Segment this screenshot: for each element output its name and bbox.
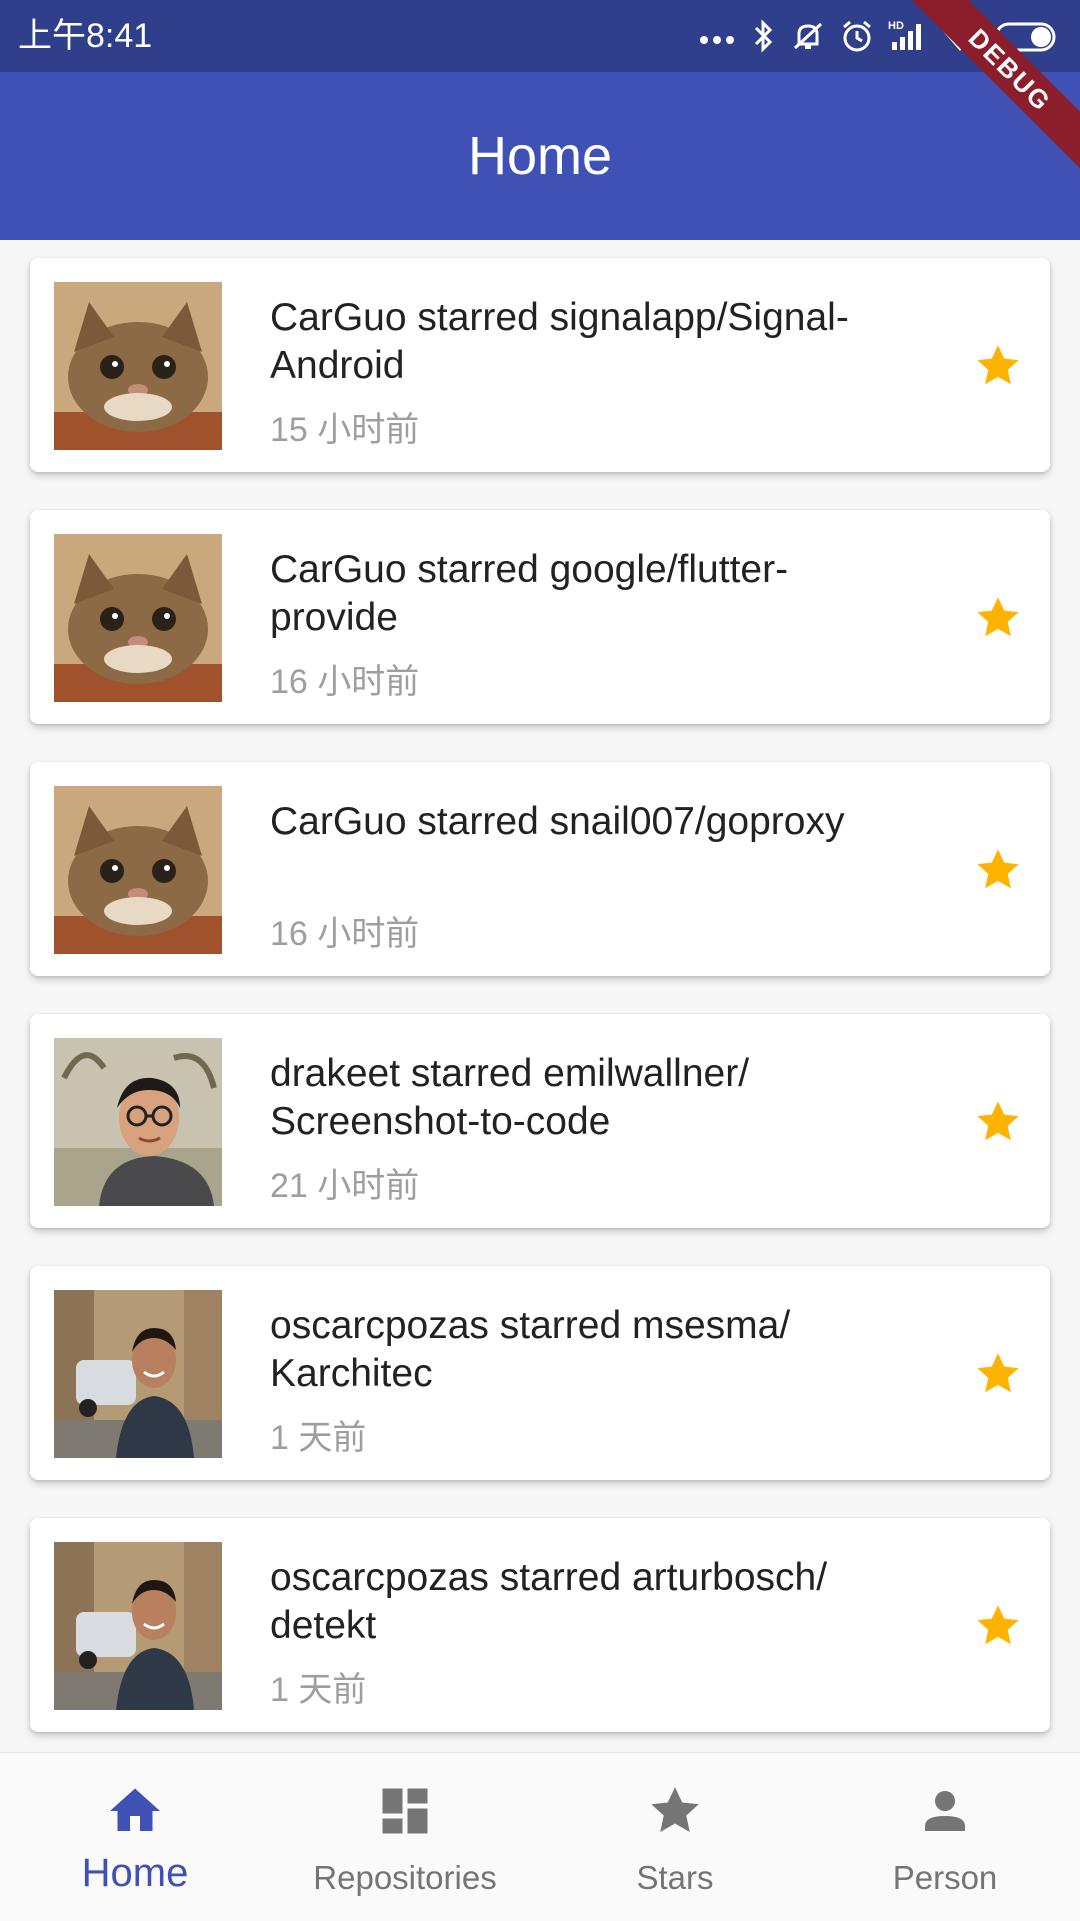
app-bar: Home — [0, 72, 1080, 240]
event-time: 15 小时前 — [270, 411, 420, 449]
nav-tab-person[interactable]: Person — [810, 1753, 1080, 1921]
nav-label-stars: Stars — [636, 1859, 714, 1896]
status-bar: 上午8:41 HD DEBUG — [0, 0, 1080, 184]
nav-tab-stars[interactable]: Stars — [540, 1753, 810, 1921]
nav-tab-home[interactable]: Home — [0, 1753, 270, 1921]
event-title-line: CarGuo starred google/flutter- — [270, 548, 789, 591]
more-dots-icon — [700, 36, 734, 44]
event-title: oscarcpozas starred msesma/ Karchitec — [270, 1302, 960, 1398]
cat-avatar-image — [54, 534, 222, 702]
avatar[interactable] — [54, 1542, 222, 1710]
event-feed[interactable]: CarGuo starred signalapp/Signal- Android… — [0, 240, 1080, 1752]
bluetooth-icon — [754, 19, 773, 53]
avatar[interactable] — [54, 786, 222, 954]
feed-card[interactable]: CarGuo starred signalapp/Signal- Android… — [30, 258, 1050, 472]
event-time: 16 小时前 — [270, 915, 420, 953]
feed-card[interactable]: oscarcpozas starred arturbosch/ detekt 1… — [30, 1518, 1050, 1732]
alarm-icon — [843, 20, 871, 52]
event-time: 1 天前 — [270, 1671, 367, 1709]
event-title-line: detekt — [270, 1604, 377, 1647]
avatar[interactable] — [54, 1038, 222, 1206]
event-title-line: oscarcpozas starred msesma/ — [270, 1304, 791, 1347]
bottom-navigation: Home Repositories Stars Person — [0, 1752, 1080, 1921]
person-icon — [925, 1791, 965, 1831]
event-title-line: drakeet starred emilwallner/ — [270, 1052, 750, 1095]
feed-card[interactable]: drakeet starred emilwallner/ Screenshot-… — [30, 1014, 1050, 1228]
star-icon — [651, 1787, 699, 1832]
avatar[interactable] — [54, 534, 222, 702]
feed-card[interactable]: CarGuo starred google/flutter- provide 1… — [30, 510, 1050, 724]
home-icon — [110, 1788, 160, 1831]
cat-avatar-image — [54, 786, 222, 954]
nav-label-person: Person — [892, 1859, 998, 1896]
nav-tab-repositories[interactable]: Repositories — [270, 1753, 540, 1921]
nav-label-home: Home — [81, 1851, 189, 1895]
person-glasses-avatar-image — [54, 1038, 222, 1206]
dashboard-icon — [382, 1788, 428, 1834]
event-time: 21 小时前 — [270, 1167, 420, 1205]
event-title-line: Android — [270, 344, 405, 387]
feed-card[interactable]: oscarcpozas starred msesma/ Karchitec 1 … — [30, 1266, 1050, 1480]
event-title-line: Screenshot-to-code — [270, 1100, 611, 1143]
avatar[interactable] — [54, 282, 222, 450]
event-title-line: provide — [270, 596, 398, 639]
mute-icon — [793, 22, 823, 50]
star-icon — [977, 1605, 1019, 1645]
event-title: oscarcpozas starred arturbosch/ detekt — [270, 1554, 960, 1650]
event-title: CarGuo starred google/flutter- provide — [270, 546, 960, 642]
event-title-line: CarGuo starred signalapp/Signal- — [270, 296, 849, 339]
event-title: CarGuo starred snail007/goproxy — [270, 798, 960, 846]
event-title-line: oscarcpozas starred arturbosch/ — [270, 1556, 828, 1599]
signal-hd-icon: HD — [888, 20, 921, 50]
event-time: 16 小时前 — [270, 663, 420, 701]
feed-card[interactable]: CarGuo starred snail007/goproxy 16 小时前 — [30, 762, 1050, 976]
avatar[interactable] — [54, 1290, 222, 1458]
svg-text:HD: HD — [888, 20, 904, 32]
cat-avatar-image — [54, 282, 222, 450]
event-title: drakeet starred emilwallner/ Screenshot-… — [270, 1050, 960, 1146]
nav-label-repositories: Repositories — [313, 1859, 497, 1896]
event-title-line: CarGuo starred snail007/goproxy — [270, 800, 845, 843]
event-title: CarGuo starred signalapp/Signal- Android — [270, 294, 960, 390]
star-icon — [977, 1353, 1019, 1393]
person-street-avatar-image — [54, 1290, 222, 1458]
event-time: 1 天前 — [270, 1419, 367, 1457]
event-title-line: Karchitec — [270, 1352, 433, 1395]
star-icon — [977, 1101, 1019, 1141]
status-time: 上午8:41 — [18, 17, 153, 55]
star-icon — [977, 345, 1019, 385]
page-title: Home — [467, 126, 613, 186]
person-street-avatar-image — [54, 1542, 222, 1710]
star-icon — [977, 597, 1019, 637]
star-icon — [977, 849, 1019, 889]
